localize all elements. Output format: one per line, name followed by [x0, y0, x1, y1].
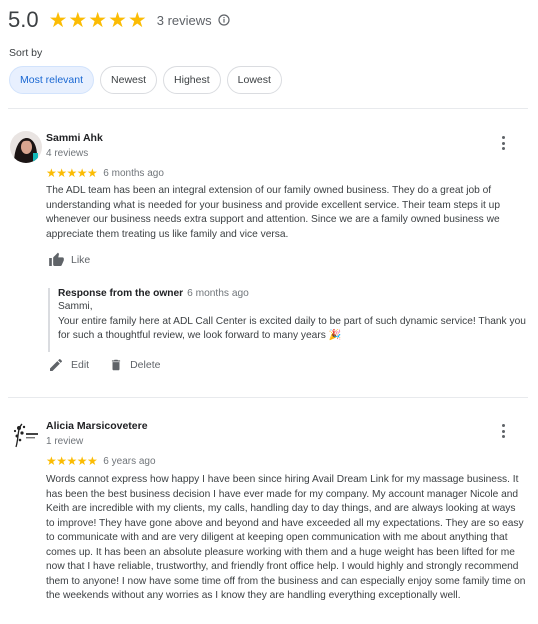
more-options-icon[interactable] — [496, 134, 510, 152]
star-icon: ★ — [48, 8, 68, 32]
sort-lowest-chip[interactable]: Lowest — [226, 66, 282, 94]
review-card: Sammi Ahk 4 reviews ★★★★★ 6 months ago T… — [8, 108, 528, 398]
star-icon: ★ — [127, 8, 147, 32]
sort-most-relevant-chip[interactable]: Most relevant — [9, 66, 95, 94]
review-text: The ADL team has been an integral extens… — [46, 185, 500, 240]
average-stars: ★ ★ ★ ★ ★ — [49, 10, 147, 31]
sort-highest-chip[interactable]: Highest — [163, 66, 221, 94]
review-rating: ★★★★★ 6 years ago — [46, 454, 156, 468]
owner-response-greeting: Sammi, — [58, 301, 93, 312]
reviewer-name[interactable]: Alicia Marsicovetere — [46, 420, 148, 432]
info-icon[interactable] — [218, 14, 230, 26]
reviewer-review-count: 1 review — [46, 436, 84, 447]
star-icon: ★ — [108, 8, 127, 32]
owner-response-text: Your entire family here at ADL Call Cent… — [58, 315, 526, 342]
delete-response-button[interactable]: Delete — [109, 357, 160, 373]
review-stars: ★★★★★ — [46, 454, 98, 468]
like-button[interactable]: Like — [48, 252, 90, 268]
avatar[interactable] — [10, 131, 42, 163]
like-label: Like — [71, 254, 91, 266]
star-icon: ★ — [88, 8, 108, 32]
owner-response: Response from the owner 6 months ago Samm… — [48, 288, 526, 352]
review-count: 3 reviews — [156, 12, 212, 28]
rating-summary: 5.0 ★ ★ ★ ★ ★ 3 reviews — [8, 4, 230, 36]
delete-label: Delete — [130, 359, 161, 371]
pencil-icon — [50, 358, 63, 371]
sort-by-label: Sort by — [9, 47, 43, 59]
edit-response-button[interactable]: Edit — [48, 357, 89, 373]
star-icon: ★ — [68, 8, 88, 32]
owner-response-actions: Edit Delete — [48, 357, 180, 373]
trash-icon — [112, 359, 121, 371]
review-date: 6 years ago — [103, 455, 156, 467]
review-text: Words cannot express how happy I have be… — [46, 474, 526, 601]
avatar[interactable] — [10, 419, 42, 451]
more-options-icon[interactable] — [496, 422, 510, 440]
owner-response-title: Response from the owner — [58, 288, 184, 299]
review-card: Alicia Marsicovetere 1 review ★★★★★ 6 ye… — [8, 397, 528, 624]
sort-newest-chip[interactable]: Newest — [100, 66, 158, 94]
review-stars: ★★★★★ — [46, 166, 98, 180]
thumb-up-icon — [49, 252, 64, 266]
edit-label: Edit — [71, 359, 90, 371]
review-date: 6 months ago — [103, 167, 164, 179]
average-score: 5.0 — [8, 7, 39, 32]
sort-options: Most relevant Newest Highest Lowest — [9, 66, 282, 94]
reviewer-name[interactable]: Sammi Ahk — [46, 132, 103, 144]
owner-response-header: Response from the owner 6 months ago — [58, 288, 526, 299]
review-rating: ★★★★★ 6 months ago — [46, 166, 164, 180]
owner-response-date: 6 months ago — [187, 288, 249, 299]
reviewer-review-count: 4 reviews — [46, 148, 89, 159]
